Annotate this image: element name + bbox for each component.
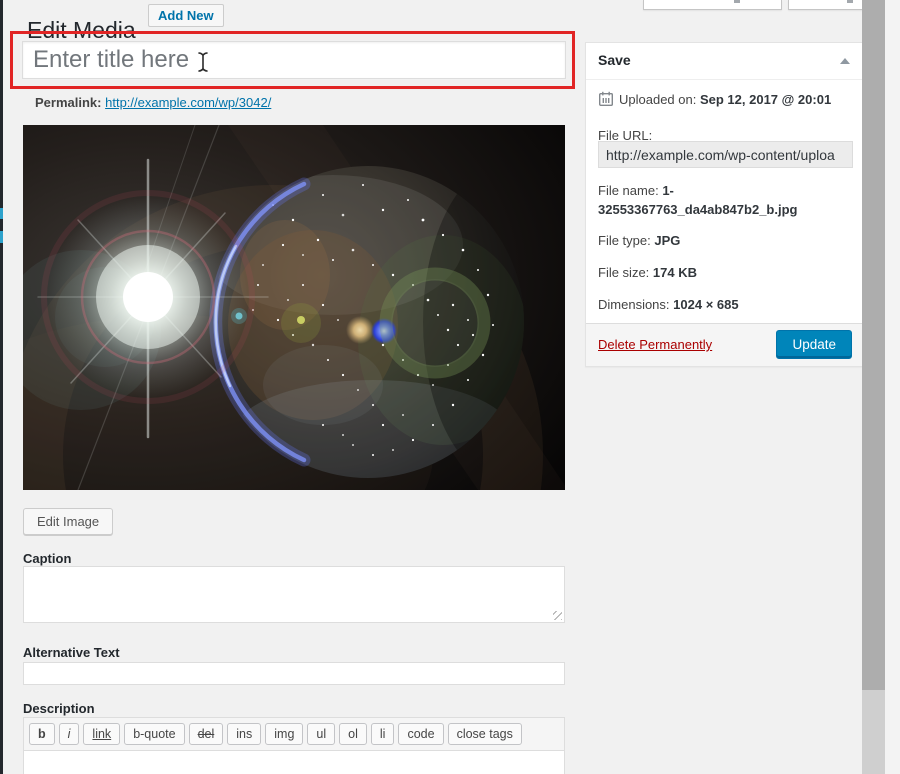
quicktags-toolbar: b i link b-quote del ins img ul ol li co… [24, 718, 564, 751]
dimensions-row: Dimensions: 1024 × 685 [598, 295, 851, 314]
qt-bold-button[interactable]: b [29, 722, 55, 746]
uploaded-on-value: Sep 12, 2017 @ 20:01 [699, 92, 832, 107]
permalink: Permalink: http://example.com/wp/3042/ [35, 95, 271, 110]
delete-permanently-link[interactable]: Delete Permanently [598, 337, 712, 352]
scrollbar-thumb[interactable] [862, 0, 885, 690]
dimensions-label: Dimensions: [598, 297, 670, 312]
permalink-link[interactable]: http://example.com/wp/3042/ [105, 95, 271, 110]
save-panel-header[interactable]: Save [586, 43, 863, 80]
alt-text-input[interactable] [23, 662, 565, 685]
help-tab[interactable] [788, 0, 863, 10]
qt-close-tags-button[interactable]: close tags [447, 722, 522, 746]
edit-media-page: Edit Media Add New Permalink: http://exa… [0, 0, 900, 774]
qt-ul-button[interactable]: ul [307, 722, 336, 746]
title-input[interactable] [22, 41, 566, 79]
description-textarea[interactable] [24, 751, 564, 774]
edit-image-button[interactable]: Edit Image [23, 508, 114, 535]
caption-textarea[interactable] [23, 566, 565, 623]
chevron-down-icon [847, 0, 853, 3]
calendar-icon [599, 91, 614, 107]
file-name-row: File name: 1-32553367763_da4ab847b2_b.jp… [598, 181, 851, 219]
file-url-input[interactable] [598, 141, 853, 168]
qt-img-button[interactable]: img [265, 722, 304, 746]
description-editor: b i link b-quote del ins img ul ol li co… [23, 717, 565, 774]
dimensions-value: 1024 × 685 [673, 297, 739, 312]
earth-space-illustration [0, 124, 568, 725]
admin-menu-icon-fragment [0, 208, 3, 219]
add-new-button[interactable]: Add New [148, 4, 224, 27]
qt-link-button[interactable]: link [83, 722, 121, 746]
toggle-arrow-icon[interactable] [840, 58, 850, 64]
media-preview-image [0, 124, 568, 725]
qt-del-button[interactable]: del [188, 722, 224, 746]
qt-italic-button[interactable]: i [58, 722, 80, 746]
file-type-row: File type: JPG [598, 231, 851, 250]
file-size-row: File size: 174 KB [598, 263, 851, 282]
qt-li-button[interactable]: li [370, 722, 395, 746]
file-size-label: File size: [598, 265, 650, 280]
qt-ins-button[interactable]: ins [227, 722, 262, 746]
qt-code-button[interactable]: code [398, 722, 444, 746]
qt-blockquote-button[interactable]: b-quote [124, 722, 185, 746]
save-panel: Save Uploaded on: Sep 12, 2017 @ 20:01 F… [585, 42, 864, 367]
file-type-label: File type: [598, 233, 651, 248]
screen-options-tab[interactable] [643, 0, 782, 10]
uploaded-on-row: Uploaded on: Sep 12, 2017 @ 20:01 [598, 90, 851, 109]
caption-label: Caption [23, 551, 72, 566]
chevron-down-icon [734, 0, 740, 3]
file-name-label: File name: [598, 183, 659, 198]
alt-text-label: Alternative Text [23, 645, 120, 660]
admin-menu-edge [0, 0, 3, 774]
permalink-label: Permalink: [35, 95, 102, 110]
scrollbar-track[interactable] [862, 0, 885, 774]
save-panel-footer: Delete Permanently Update [586, 323, 863, 366]
qt-ol-button[interactable]: ol [339, 722, 367, 746]
description-label: Description [23, 701, 95, 716]
scrollbar-gutter [885, 0, 900, 774]
file-type-value: JPG [654, 233, 681, 248]
update-button[interactable]: Update [776, 330, 852, 359]
file-size-value: 174 KB [652, 265, 697, 280]
uploaded-on-label: Uploaded on: [619, 92, 697, 107]
admin-menu-icon-fragment [0, 231, 3, 243]
save-panel-title: Save [598, 52, 631, 68]
